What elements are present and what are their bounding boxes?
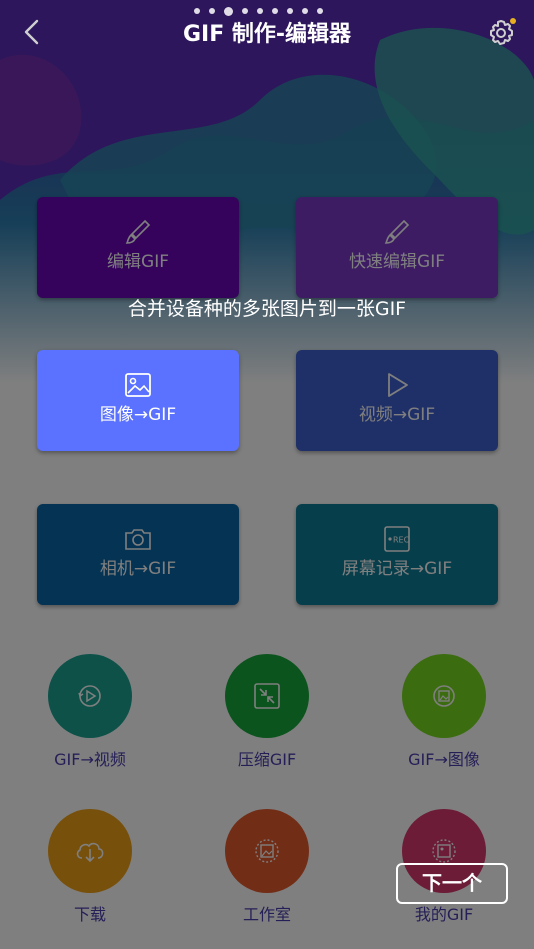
image-to-gif-tile[interactable]: 图像→GIF [37, 350, 239, 451]
gear-icon [490, 18, 516, 45]
page-indicator [194, 6, 323, 16]
image-icon [125, 373, 151, 397]
notification-dot [510, 18, 516, 24]
page-title: GIF 制作-编辑器 [182, 22, 352, 47]
page-dot [194, 8, 200, 14]
tutorial-overlay[interactable] [0, 0, 534, 949]
page-dot [287, 8, 293, 14]
page-dot [302, 8, 308, 14]
top-bar: GIF 制作-编辑器 [0, 0, 534, 64]
image-to-gif-label: 图像→GIF [99, 405, 177, 425]
page-dot-active [224, 6, 233, 16]
page-dot [209, 8, 215, 14]
page-dot [257, 8, 263, 14]
page-dot [317, 8, 323, 14]
page-dot [242, 8, 248, 14]
page-dot [272, 8, 278, 14]
next-button[interactable]: 下一个 [396, 863, 508, 904]
settings-button[interactable] [484, 14, 520, 50]
app-screen: 编辑GIF 快速编辑GIF 图像→GIF 视频→GIF 相机→GIF REC 屏… [0, 0, 534, 949]
tutorial-tip: 合并设备种的多张图片到一张GIF [127, 298, 407, 320]
